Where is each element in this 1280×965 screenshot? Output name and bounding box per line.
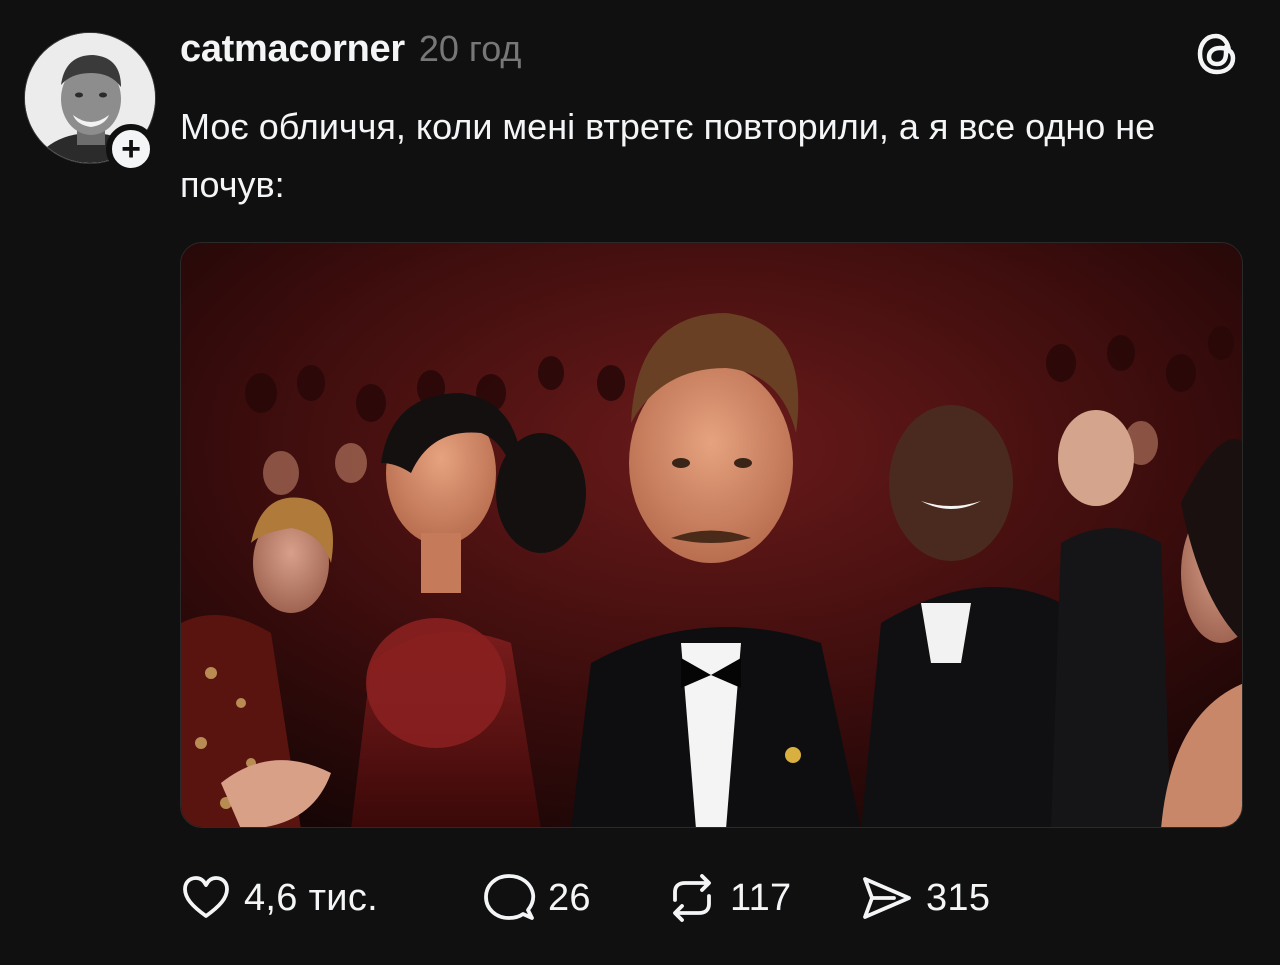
share-button[interactable]: 315 [860, 872, 990, 924]
share-count: 315 [926, 876, 991, 919]
repost-button[interactable]: 117 [666, 872, 860, 924]
follow-button[interactable]: + [106, 124, 156, 174]
heart-icon [183, 876, 229, 918]
like-button[interactable]: 4,6 тис. [180, 872, 482, 924]
post-actions-bar: 4,6 тис. 26 117 315 [180, 870, 990, 926]
threads-logo-icon[interactable] [1192, 27, 1244, 79]
reply-count: 26 [548, 876, 591, 919]
comment-bubble-icon [484, 874, 536, 920]
post-body-text: Моє обличчя, коли мені втретє повторили,… [180, 106, 1156, 205]
username-link[interactable]: catmacorner [180, 28, 405, 71]
post-header: catmacorner 20 год [180, 28, 521, 71]
send-icon [863, 877, 911, 919]
reply-button[interactable]: 26 [482, 872, 666, 924]
repost-icon [673, 874, 711, 922]
photo-illustration [181, 243, 1242, 827]
post-timestamp[interactable]: 20 год [419, 28, 522, 70]
post-image[interactable] [180, 242, 1243, 828]
plus-icon: + [121, 130, 141, 168]
author-avatar-container[interactable]: + [24, 32, 156, 174]
repost-count: 117 [730, 876, 792, 919]
like-count: 4,6 тис. [244, 876, 378, 919]
